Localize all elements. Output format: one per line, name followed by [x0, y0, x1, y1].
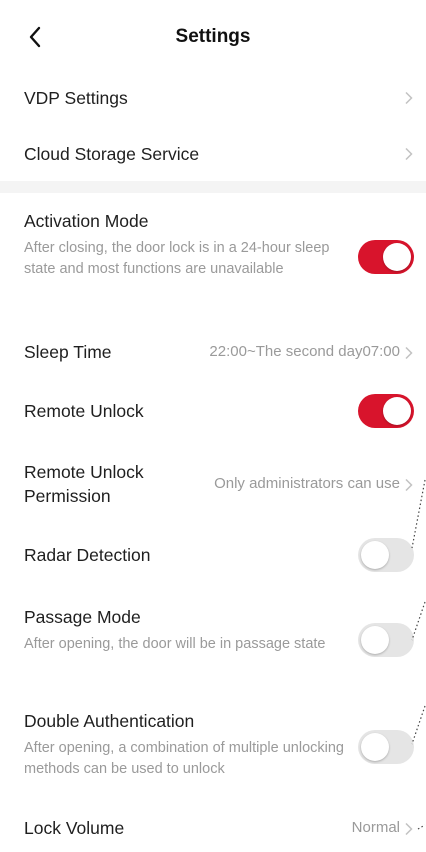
remote-unlock-permission-label: Remote Unlock Permission: [24, 462, 144, 506]
chevron-right-icon: [405, 346, 413, 360]
toggle-knob: [383, 397, 411, 425]
remote-unlock-label: Remote Unlock: [24, 401, 144, 421]
activation-mode-description: After closing, the door lock is in a 24-…: [24, 240, 330, 277]
chevron-right-icon: [405, 822, 413, 836]
activation-mode-row: Activation Mode After closing, the door …: [0, 210, 426, 310]
double-authentication-label: Double Authentication: [24, 711, 195, 731]
radar-detection-toggle[interactable]: [358, 538, 414, 572]
passage-mode-row: Passage Mode After opening, the door wil…: [0, 606, 426, 682]
back-button[interactable]: [22, 22, 48, 52]
section-divider: [0, 181, 426, 193]
remote-unlock-row: Remote Unlock: [0, 394, 426, 428]
chevron-right-icon: [405, 91, 413, 105]
chevron-left-icon: [29, 26, 41, 48]
toggle-knob: [361, 733, 389, 761]
chevron-right-icon: [405, 478, 413, 492]
radar-detection-label: Radar Detection: [24, 545, 151, 565]
sleep-time-value: 22:00~The second day07:00: [209, 343, 400, 360]
double-authentication-description: After opening, a combination of multiple…: [24, 740, 344, 777]
toggle-knob: [361, 626, 389, 654]
page-title: Settings: [175, 26, 251, 47]
lock-volume-row[interactable]: Lock Volume Normal: [0, 814, 426, 844]
passage-mode-description: After opening, the door will be in passa…: [24, 636, 326, 652]
remote-unlock-permission-row[interactable]: Remote Unlock Permission Only administra…: [0, 460, 426, 518]
cloud-storage-row[interactable]: Cloud Storage Service: [0, 136, 426, 172]
cloud-storage-label: Cloud Storage Service: [24, 144, 200, 164]
activation-mode-toggle[interactable]: [358, 240, 414, 274]
passage-mode-label: Passage Mode: [24, 607, 141, 627]
radar-detection-row: Radar Detection: [0, 538, 426, 572]
header-bar: Settings: [0, 0, 426, 72]
chevron-right-icon: [405, 147, 413, 161]
double-authentication-toggle[interactable]: [358, 730, 414, 764]
sleep-time-row[interactable]: Sleep Time 22:00~The second day07:00: [0, 338, 426, 368]
double-authentication-row: Double Authentication After opening, a c…: [0, 710, 426, 786]
vdp-settings-row[interactable]: VDP Settings: [0, 80, 426, 116]
activation-mode-label: Activation Mode: [24, 211, 149, 231]
toggle-knob: [383, 243, 411, 271]
passage-mode-toggle[interactable]: [358, 623, 414, 657]
lock-volume-value: Normal: [351, 819, 400, 836]
vdp-settings-label: VDP Settings: [24, 88, 128, 108]
settings-screen: Settings VDP Settings Cloud Storage Serv…: [0, 0, 426, 852]
remote-unlock-permission-value: Only administrators can use: [214, 475, 400, 492]
remote-unlock-toggle[interactable]: [358, 394, 414, 428]
toggle-knob: [361, 541, 389, 569]
